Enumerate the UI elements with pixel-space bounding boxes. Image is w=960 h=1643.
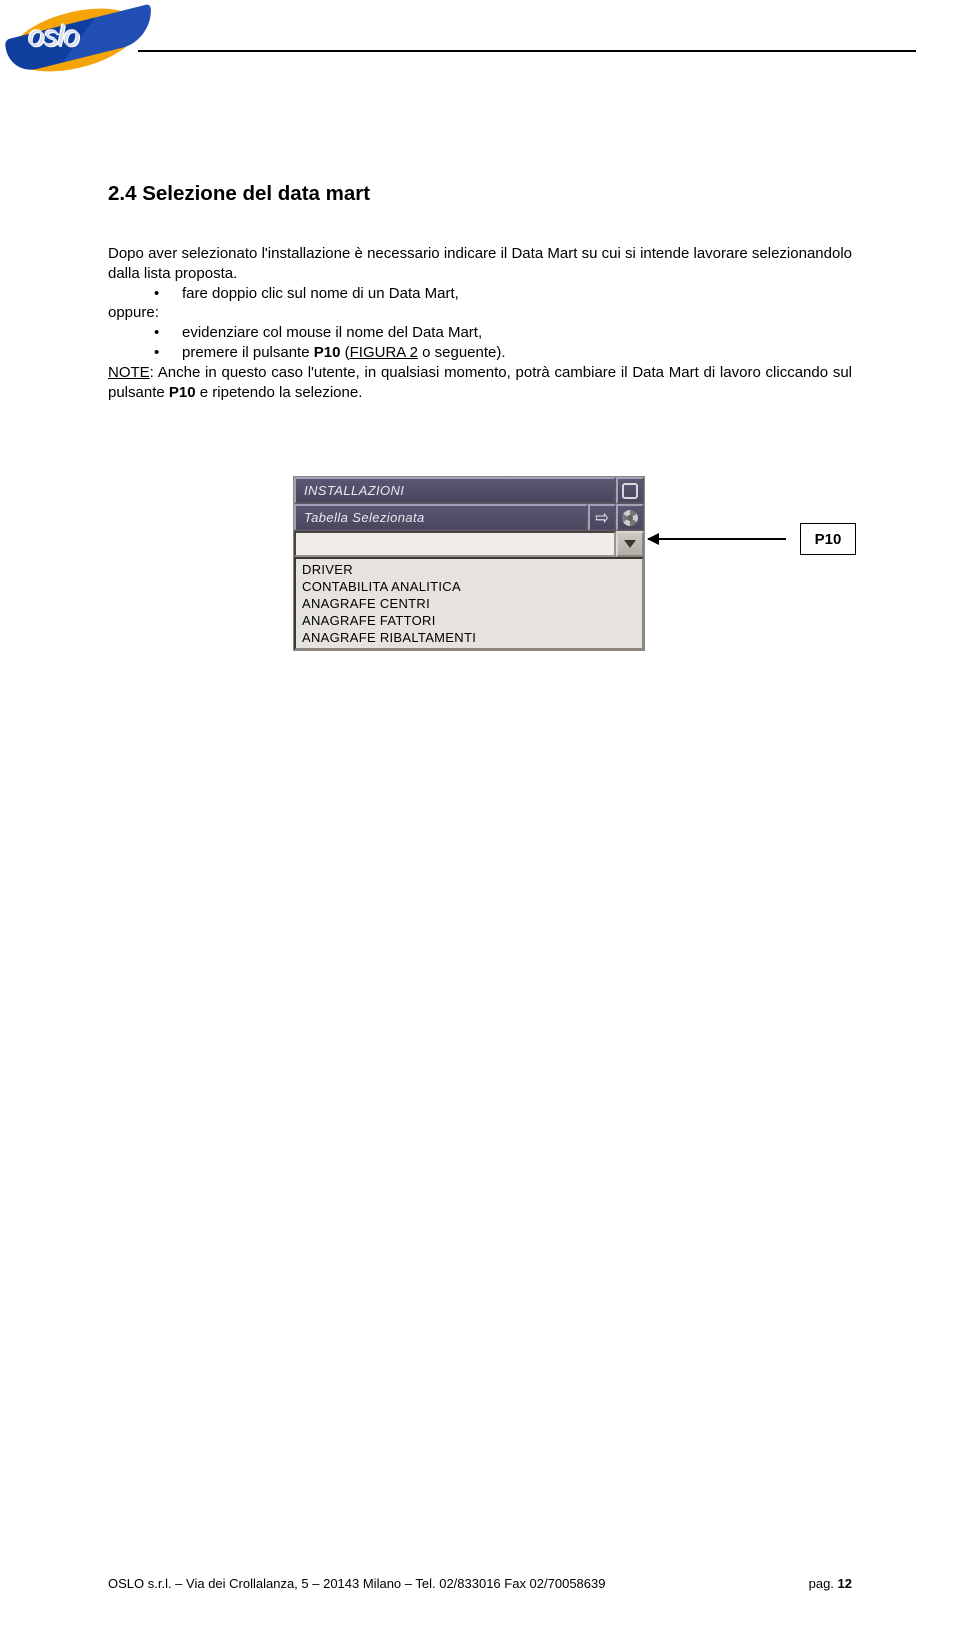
bullet-list-1: fare doppio clic sul nome di un Data Mar… — [108, 284, 852, 304]
bullet3-bold: P10 — [314, 344, 341, 361]
screenshot-area: INSTALLAZIONI Tabella Selezionata ⇨ — [108, 476, 852, 736]
list-item[interactable]: DRIVER — [296, 561, 642, 578]
note-paragraph: NOTE: Anche in questo caso l'utente, in … — [108, 363, 852, 403]
installazioni-header: INSTALLAZIONI — [294, 477, 616, 504]
installazioni-button[interactable] — [616, 477, 644, 504]
note-bold: P10 — [169, 384, 196, 401]
logo-text: oslo — [28, 20, 79, 54]
header-rule — [138, 50, 916, 52]
list-item[interactable]: ANAGRAFE CENTRI — [296, 595, 642, 612]
page-number: 12 — [838, 1576, 852, 1591]
bullet-item: premere il pulsante P10 (FIGURA 2 o segu… — [108, 343, 852, 363]
note-mid2: e ripetendo la selezione. — [196, 384, 363, 401]
arrow-right-icon: ⇨ — [595, 505, 608, 531]
tabella-selezionata-header: Tabella Selezionata — [294, 504, 588, 531]
arrow-button[interactable]: ⇨ — [588, 504, 616, 531]
footer-left: OSLO s.r.l. – Via dei Crollalanza, 5 – 2… — [108, 1576, 605, 1591]
content: 2.4 Selezione del data mart Dopo aver se… — [0, 28, 960, 736]
square-o-icon — [622, 483, 638, 499]
footer-right: pag. 12 — [809, 1576, 852, 1591]
panel-row-3 — [294, 531, 644, 557]
data-mart-list: DRIVER CONTABILITA ANALITICA ANAGRAFE CE… — [294, 557, 644, 650]
intro-paragraph: Dopo aver selezionato l'installazione è … — [108, 244, 852, 284]
bullet-item: evidenziare col mouse il nome del Data M… — [108, 323, 852, 343]
bullet-item: fare doppio clic sul nome di un Data Mar… — [108, 284, 852, 304]
list-item[interactable]: ANAGRAFE RIBALTAMENTI — [296, 629, 642, 646]
list-item[interactable]: CONTABILITA ANALITICA — [296, 578, 642, 595]
list-item[interactable]: ANAGRAFE FATTORI — [296, 612, 642, 629]
bullet3-mid: ( — [340, 344, 349, 361]
bullet3-post: o seguente). — [418, 344, 506, 361]
note-label: NOTE — [108, 364, 150, 381]
ui-panel: INSTALLAZIONI Tabella Selezionata ⇨ — [293, 476, 645, 651]
selection-input[interactable] — [294, 531, 616, 557]
dropdown-button-p10[interactable] — [616, 531, 644, 557]
panel-row-2: Tabella Selezionata ⇨ — [294, 504, 644, 531]
figure-link[interactable]: FIGURA 2 — [350, 344, 418, 361]
fan-icon — [622, 510, 638, 526]
callout-arrow — [648, 538, 786, 540]
chevron-down-icon — [624, 540, 636, 548]
page-header: oslo — [0, 0, 960, 28]
oppure-text: oppure: — [108, 303, 852, 323]
bullet-list-2: evidenziare col mouse il nome del Data M… — [108, 323, 852, 363]
page-footer: OSLO s.r.l. – Via dei Crollalanza, 5 – 2… — [108, 1576, 852, 1591]
section-title: 2.4 Selezione del data mart — [108, 182, 852, 206]
callout-label-p10: P10 — [800, 523, 856, 555]
fan-button[interactable] — [616, 504, 644, 531]
panel-row-1: INSTALLAZIONI — [294, 477, 644, 504]
oslo-logo: oslo — [10, 6, 140, 76]
bullet3-pre: premere il pulsante — [182, 344, 314, 361]
